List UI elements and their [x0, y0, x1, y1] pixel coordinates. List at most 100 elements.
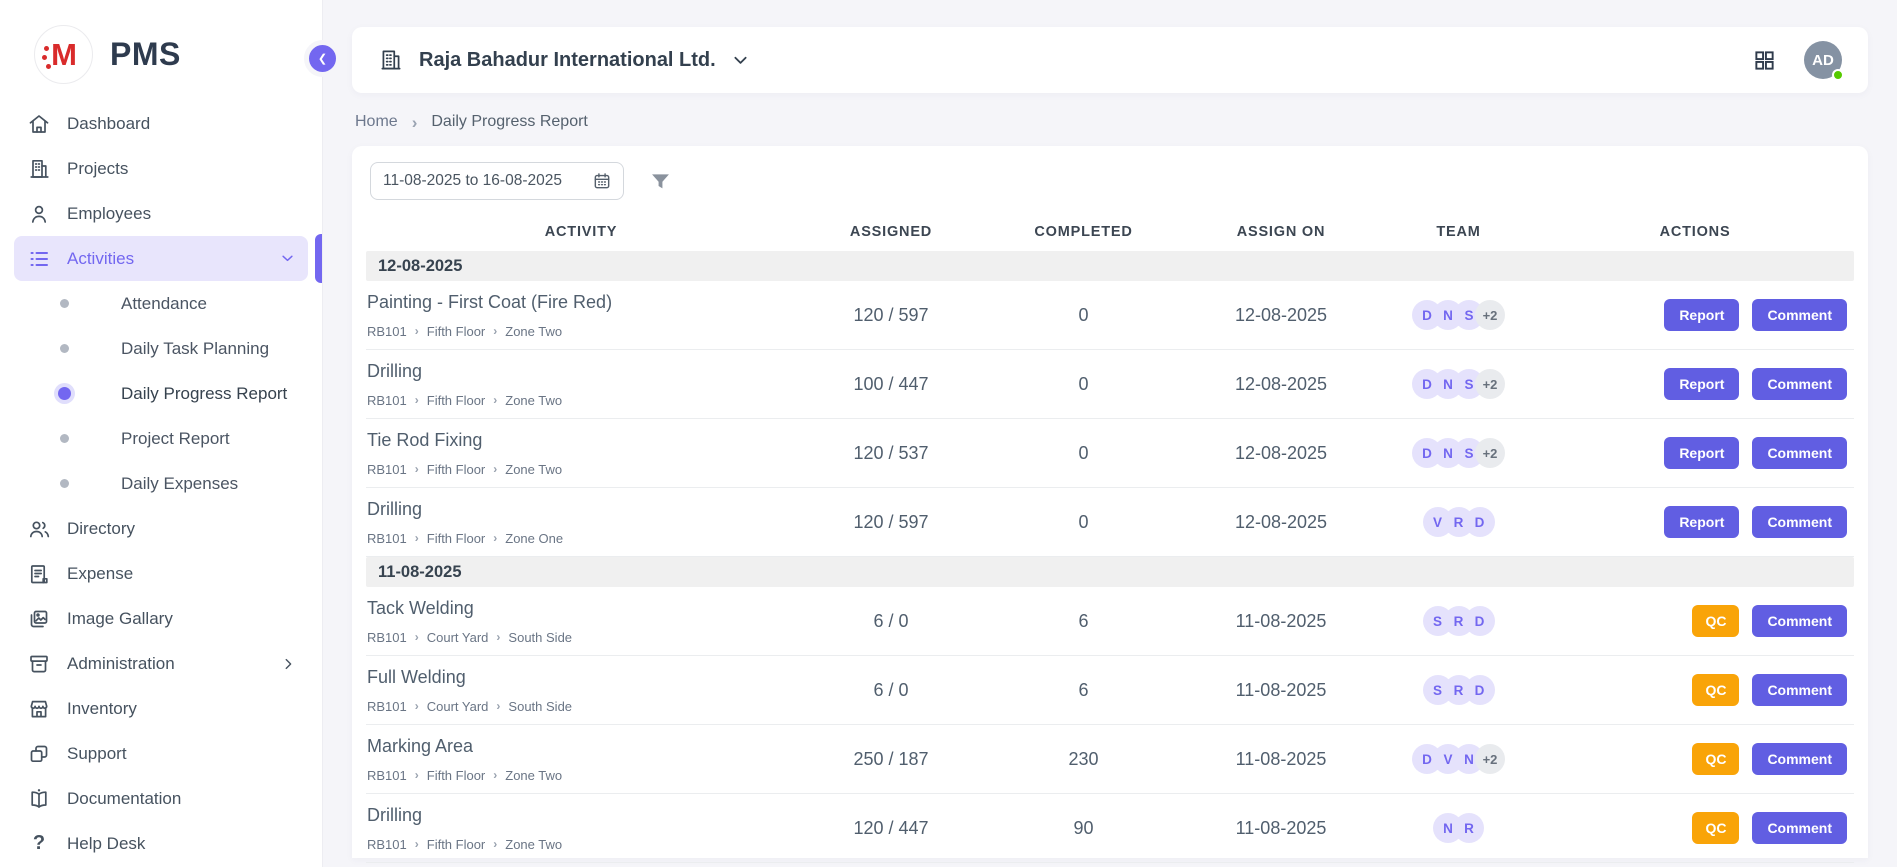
chevron-right-icon: ›: [415, 630, 419, 644]
breadcrumb: Home › Daily Progress Report: [352, 93, 1868, 146]
header-actions: AD: [1753, 41, 1842, 79]
qc-button[interactable]: QC: [1692, 743, 1739, 775]
row-actions: QC Comment: [1536, 743, 1854, 775]
report-button[interactable]: Report: [1664, 506, 1739, 538]
report-button[interactable]: Report: [1664, 299, 1739, 331]
path-segment: RB101: [367, 393, 407, 408]
chevron-left-icon: ❮: [318, 52, 327, 65]
sidebar-item-image-gallary[interactable]: Image Gallary: [14, 596, 308, 641]
comment-button[interactable]: Comment: [1752, 674, 1847, 706]
path-segment: Court Yard: [427, 630, 489, 645]
column-header-activity: ACTIVITY: [366, 224, 796, 240]
sidebar-subitem-attendance[interactable]: Attendance: [14, 281, 308, 326]
path-segment: Court Yard: [427, 699, 489, 714]
row-actions: Report Comment: [1536, 506, 1854, 538]
content-card: 11-08-2025 to 16-08-2025 ACTIVITYASSIGNE…: [352, 146, 1868, 858]
activity-path: RB101›Court Yard›South Side: [367, 699, 796, 714]
comment-button[interactable]: Comment: [1752, 299, 1847, 331]
apps-grid-button[interactable]: [1753, 49, 1776, 72]
sidebar-item-label: Projects: [67, 159, 128, 179]
bullet-dot-icon: [58, 387, 71, 400]
completed-value: 6: [986, 680, 1181, 701]
sidebar-item-label: Employees: [67, 204, 151, 224]
qc-button[interactable]: QC: [1692, 812, 1739, 844]
funnel-icon: [649, 170, 672, 193]
completed-value: 0: [986, 443, 1181, 464]
comment-button[interactable]: Comment: [1752, 368, 1847, 400]
sidebar-collapse-button[interactable]: ❮: [304, 40, 341, 77]
team-avatar[interactable]: D: [1465, 606, 1495, 636]
path-segment: RB101: [367, 462, 407, 477]
archive-icon: [27, 652, 51, 676]
sidebar-subitem-label: Daily Expenses: [121, 474, 238, 494]
team-avatar[interactable]: D: [1465, 675, 1495, 705]
report-button[interactable]: Report: [1664, 437, 1739, 469]
sidebar-item-expense[interactable]: Expense: [14, 551, 308, 596]
row-actions: QC Comment: [1536, 812, 1854, 844]
date-range-input[interactable]: 11-08-2025 to 16-08-2025: [370, 162, 624, 200]
chevron-right-icon: ›: [493, 531, 497, 545]
row-actions: Report Comment: [1536, 299, 1854, 331]
comment-button[interactable]: Comment: [1752, 437, 1847, 469]
assigned-value: 6 / 0: [796, 680, 986, 701]
activity-cell: Tie Rod FixingRB101›Fifth Floor›Zone Two: [366, 430, 796, 477]
team-avatar[interactable]: D: [1465, 507, 1495, 537]
progress-table: ACTIVITYASSIGNEDCOMPLETEDASSIGN ONTEAMAC…: [366, 213, 1854, 863]
sidebar-item-documentation[interactable]: Documentation: [14, 776, 308, 821]
activity-path: RB101›Fifth Floor›Zone One: [367, 531, 796, 546]
row-actions: QC Comment: [1536, 674, 1854, 706]
activity-title: Painting - First Coat (Fire Red): [367, 292, 796, 313]
date-group-header: 12-08-2025: [366, 251, 1854, 281]
sidebar-item-dashboard[interactable]: Dashboard: [14, 101, 308, 146]
comment-button[interactable]: Comment: [1752, 812, 1847, 844]
qc-button[interactable]: QC: [1692, 605, 1739, 637]
chevron-right-icon: ›: [493, 393, 497, 407]
path-segment: RB101: [367, 630, 407, 645]
report-button[interactable]: Report: [1664, 368, 1739, 400]
team-avatar[interactable]: +2: [1475, 438, 1505, 468]
team-avatars: VRD: [1381, 507, 1536, 537]
comment-button[interactable]: Comment: [1752, 743, 1847, 775]
company-selector[interactable]: Raja Bahadur International Ltd.: [378, 47, 750, 73]
chevron-down-icon: [280, 251, 295, 266]
question-icon: ?: [27, 832, 51, 856]
comment-button[interactable]: Comment: [1752, 605, 1847, 637]
team-avatar[interactable]: +2: [1475, 744, 1505, 774]
comment-button[interactable]: Comment: [1752, 506, 1847, 538]
team-avatar[interactable]: R: [1454, 813, 1484, 843]
sidebar-subitem-project-report[interactable]: Project Report: [14, 416, 308, 461]
activity-title: Drilling: [367, 805, 796, 826]
sidebar-subitem-daily-progress-report[interactable]: Daily Progress Report: [14, 371, 308, 416]
sidebar-item-projects[interactable]: Projects: [14, 146, 308, 191]
sidebar-item-administration[interactable]: Administration: [14, 641, 308, 686]
receipt-icon: [27, 562, 51, 586]
completed-value: 0: [986, 512, 1181, 533]
bullet-dot-icon: [60, 344, 69, 353]
sidebar-item-label: Help Desk: [67, 834, 145, 854]
qc-button[interactable]: QC: [1692, 674, 1739, 706]
sidebar-item-inventory[interactable]: Inventory: [14, 686, 308, 731]
user-avatar[interactable]: AD: [1804, 41, 1842, 79]
activity-title: Tie Rod Fixing: [367, 430, 796, 451]
sidebar-nav: Dashboard Projects Employees ActivitiesAtte…: [0, 101, 322, 866]
team-avatar[interactable]: +2: [1475, 300, 1505, 330]
sidebar-item-support[interactable]: Support: [14, 731, 308, 776]
chevron-right-icon: ›: [496, 699, 500, 713]
sidebar-subitem-daily-task-planning[interactable]: Daily Task Planning: [14, 326, 308, 371]
sidebar-item-employees[interactable]: Employees: [14, 191, 308, 236]
breadcrumb-home[interactable]: Home: [355, 113, 398, 131]
filter-button[interactable]: [649, 170, 672, 193]
activity-path: RB101›Fifth Floor›Zone Two: [367, 837, 796, 852]
table-header: ACTIVITYASSIGNEDCOMPLETEDASSIGN ONTEAMAC…: [366, 213, 1854, 251]
sidebar-item-activities[interactable]: Activities: [14, 236, 308, 281]
sidebar-item-help-desk[interactable]: ? Help Desk: [14, 821, 308, 866]
team-avatar[interactable]: +2: [1475, 369, 1505, 399]
assigned-value: 120 / 537: [796, 443, 986, 464]
sidebar-item-directory[interactable]: Directory: [14, 506, 308, 551]
activity-title: Drilling: [367, 361, 796, 382]
sidebar-subitem-daily-expenses[interactable]: Daily Expenses: [14, 461, 308, 506]
row-actions: Report Comment: [1536, 437, 1854, 469]
store-icon: [27, 697, 51, 721]
path-segment: RB101: [367, 324, 407, 339]
path-segment: Zone Two: [505, 393, 562, 408]
